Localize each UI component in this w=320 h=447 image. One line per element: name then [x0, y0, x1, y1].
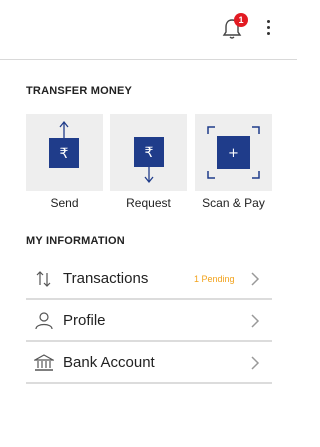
more-vertical-icon[interactable] — [262, 20, 274, 40]
send-tile[interactable]: ₹ — [26, 114, 103, 191]
profile-row[interactable]: Profile — [26, 300, 272, 342]
scan-icon: + — [207, 126, 260, 179]
notification-badge: 1 — [234, 13, 248, 27]
transactions-icon — [36, 271, 51, 287]
profile-icon — [35, 312, 53, 330]
scan-pay-label: Scan & Pay — [202, 196, 265, 210]
request-label: Request — [126, 196, 171, 210]
chevron-right-icon — [251, 356, 260, 370]
svg-text:₹: ₹ — [60, 146, 69, 162]
scan-pay-tile[interactable]: + — [195, 114, 272, 191]
profile-label: Profile — [63, 312, 106, 329]
pending-status: 1 Pending — [194, 274, 235, 284]
send-rupee-icon: ₹ — [49, 120, 79, 168]
info-list: Transactions 1 Pending Profile Bank Acco… — [26, 258, 272, 384]
svg-text:+: + — [228, 146, 239, 161]
send-label: Send — [50, 196, 79, 210]
transfer-money-heading: TRANSFER MONEY — [26, 85, 133, 97]
app-bar: 1 — [0, 0, 297, 60]
transactions-row[interactable]: Transactions 1 Pending — [26, 258, 272, 300]
chevron-right-icon — [251, 272, 260, 286]
request-rupee-icon: ₹ — [134, 137, 164, 184]
chevron-right-icon — [251, 314, 260, 328]
my-information-heading: MY INFORMATION — [26, 235, 125, 247]
bank-account-label: Bank Account — [63, 354, 155, 371]
request-tile[interactable]: ₹ — [110, 114, 187, 191]
transactions-label: Transactions — [63, 270, 149, 287]
svg-text:₹: ₹ — [145, 145, 154, 161]
bank-account-row[interactable]: Bank Account — [26, 342, 272, 384]
bank-icon — [34, 354, 54, 371]
app-screen: 1 TRANSFER MONEY ₹ Send ₹ Request + Scan… — [0, 0, 297, 447]
transfer-tiles: ₹ Send ₹ Request + Scan & Pay — [26, 114, 272, 210]
